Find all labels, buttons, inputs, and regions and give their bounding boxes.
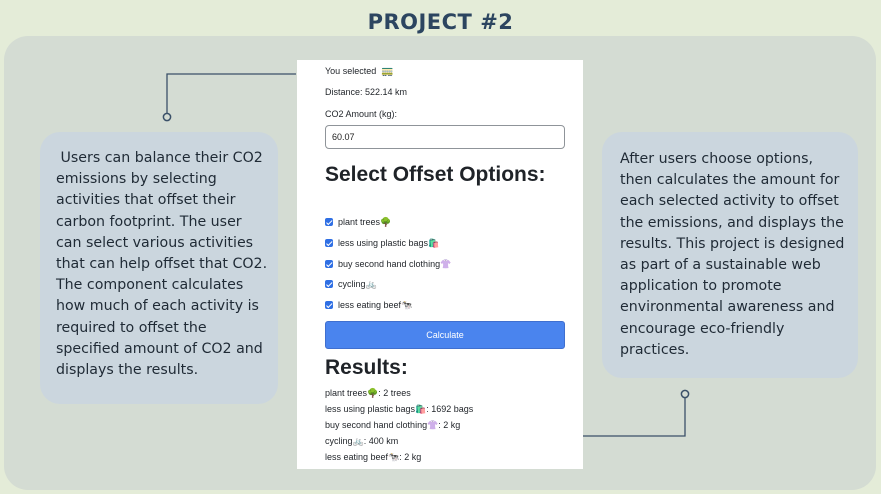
plastic-bags-checkbox[interactable] <box>325 239 333 247</box>
tram-icon: 🚃 <box>381 66 394 77</box>
distance-text: Distance: 522.14 km <box>325 87 408 97</box>
result-item: plant trees🌳: 2 trees <box>325 388 411 398</box>
result-item: less using plastic bags🛍️: 1692 bags <box>325 404 474 414</box>
clothing-checkbox[interactable] <box>325 260 333 268</box>
result-item: buy second hand clothing👚: 2 kg <box>325 420 461 430</box>
selected-label: You selected <box>325 66 377 76</box>
co2-amount-input[interactable] <box>325 125 565 149</box>
selected-transport: You selected 🚃 <box>325 66 394 77</box>
option-label: plant trees🌳 <box>338 216 392 227</box>
option-label: less eating beef🐄 <box>338 299 413 310</box>
option-less-beef[interactable]: less eating beef🐄 <box>325 298 412 312</box>
option-cycling[interactable]: cycling🚲 <box>325 277 377 291</box>
option-plastic-bags[interactable]: less using plastic bags🛍️ <box>325 236 439 250</box>
left-connector-line <box>166 73 296 113</box>
option-plant-trees[interactable]: plant trees🌳 <box>325 215 391 229</box>
result-item: less eating beef🐄: 2 kg <box>325 452 422 462</box>
results-heading: Results: <box>325 356 408 379</box>
option-label: less using plastic bags🛍️ <box>338 237 440 248</box>
cycling-checkbox[interactable] <box>325 280 333 288</box>
offset-options-heading: Select Offset Options: <box>325 163 546 186</box>
app-screenshot: You selected 🚃 Distance: 522.14 km CO2 A… <box>297 60 583 469</box>
option-label: cycling🚲 <box>338 278 377 289</box>
calculate-button[interactable]: Calculate <box>325 321 565 349</box>
result-item: cycling🚲: 400 km <box>325 436 399 446</box>
option-second-hand-clothing[interactable]: buy second hand clothing👚 <box>325 257 451 271</box>
beef-checkbox[interactable] <box>325 301 333 309</box>
co2-label: CO2 Amount (kg): <box>325 109 398 119</box>
option-label: buy second hand clothing👚 <box>338 258 452 269</box>
plant-trees-checkbox[interactable] <box>325 218 333 226</box>
left-connector-dot <box>162 112 172 122</box>
right-connector-dot <box>680 389 690 399</box>
